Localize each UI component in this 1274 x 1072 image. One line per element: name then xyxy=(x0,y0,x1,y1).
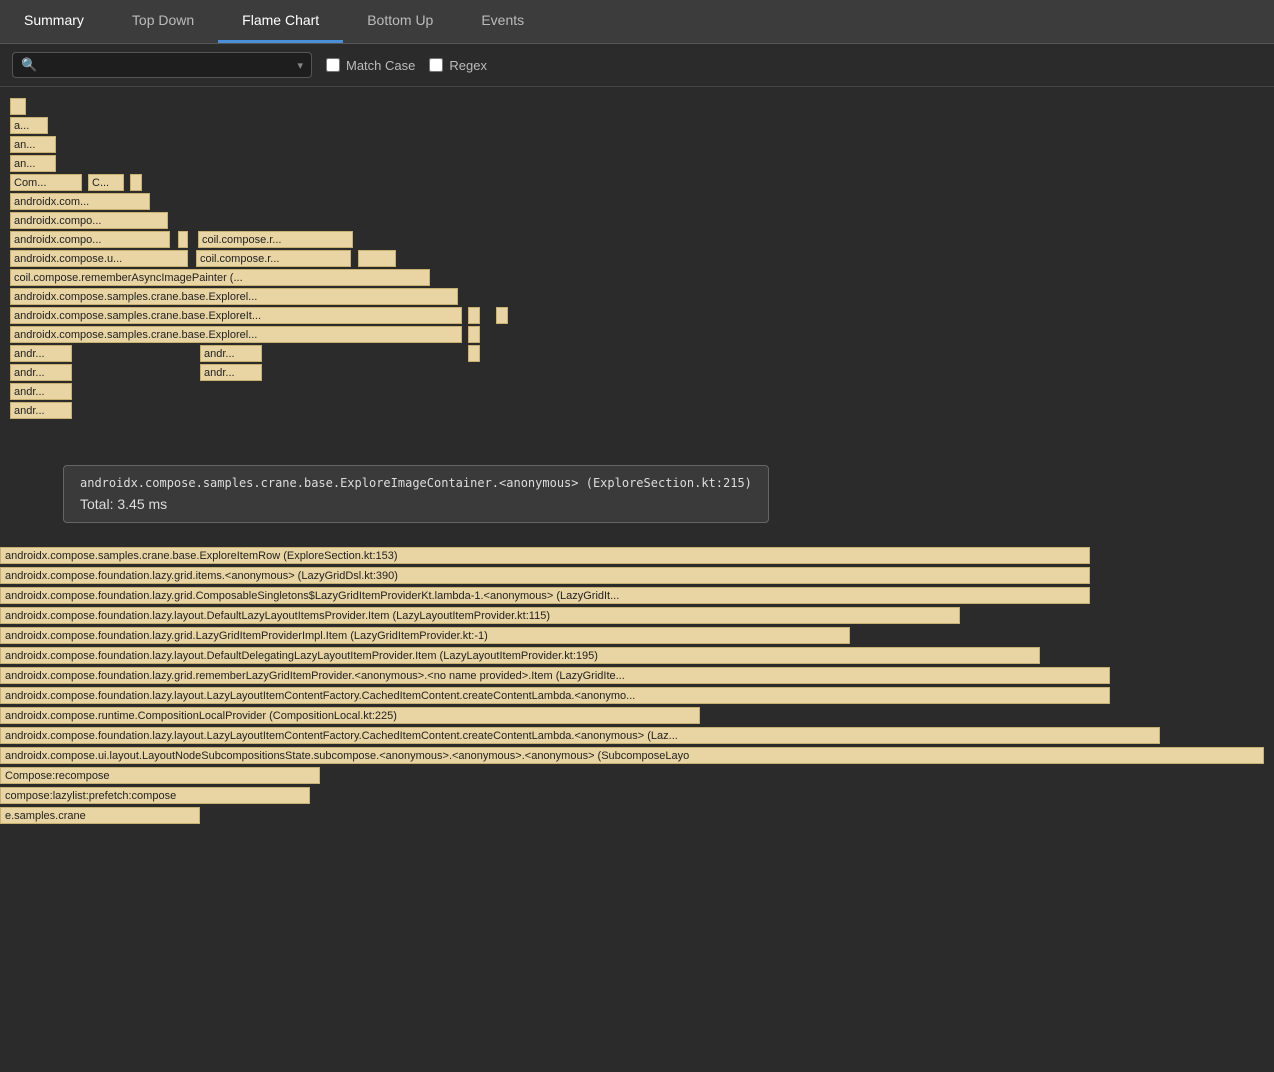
tab-topdown[interactable]: Top Down xyxy=(108,0,218,43)
bottom-row-11[interactable]: Compose:recompose xyxy=(0,767,320,784)
flame-row-13: androidx.compose.samples.crane.base.Expl… xyxy=(0,326,1274,344)
flame-tooltip: androidx.compose.samples.crane.base.Expl… xyxy=(63,465,769,523)
bottom-row-9[interactable]: androidx.compose.foundation.lazy.layout.… xyxy=(0,727,1160,744)
flame-bar[interactable]: C... xyxy=(88,174,124,191)
search-input-wrap[interactable]: 🔍 ▾ xyxy=(12,52,312,78)
flame-bar[interactable]: androidx.com... xyxy=(10,193,150,210)
flame-bar[interactable]: andr... xyxy=(200,345,262,362)
search-dropdown-icon[interactable]: ▾ xyxy=(297,59,303,72)
flame-bar[interactable]: androidx.compose.samples.crane.base.Expl… xyxy=(10,326,462,343)
bottom-row-3[interactable]: androidx.compose.foundation.lazy.layout.… xyxy=(0,607,960,624)
flame-bar[interactable]: androidx.compo... xyxy=(10,231,170,248)
bottom-row-2[interactable]: androidx.compose.foundation.lazy.grid.Co… xyxy=(0,587,1090,604)
flame-bar[interactable] xyxy=(468,345,480,362)
tooltip-title: androidx.compose.samples.crane.base.Expl… xyxy=(80,476,752,490)
tab-events[interactable]: Events xyxy=(457,0,548,43)
flame-bar[interactable] xyxy=(130,174,142,191)
flame-bar[interactable]: andr... xyxy=(200,364,262,381)
match-case-checkbox[interactable] xyxy=(326,58,340,72)
match-case-text: Match Case xyxy=(346,58,415,73)
flame-bar[interactable]: an... xyxy=(10,136,56,153)
regex-label[interactable]: Regex xyxy=(429,58,487,73)
regex-text: Regex xyxy=(449,58,487,73)
flame-bar[interactable]: coil.compose.r... xyxy=(196,250,351,267)
flame-row-15: andr... andr... xyxy=(0,364,1274,382)
bottom-row-6[interactable]: androidx.compose.foundation.lazy.grid.re… xyxy=(0,667,1110,684)
flame-row-12: androidx.compose.samples.crane.base.Expl… xyxy=(0,307,1274,325)
flame-row-7: androidx.compo... xyxy=(0,212,1274,230)
tab-summary[interactable]: Summary xyxy=(0,0,108,43)
flame-row-1 xyxy=(0,98,1274,116)
flame-bar[interactable] xyxy=(178,231,188,248)
bottom-rows: androidx.compose.samples.crane.base.Expl… xyxy=(0,547,1274,827)
regex-checkbox[interactable] xyxy=(429,58,443,72)
tab-bottomup[interactable]: Bottom Up xyxy=(343,0,457,43)
flame-row-11: androidx.compose.samples.crane.base.Expl… xyxy=(0,288,1274,306)
flame-bar[interactable]: an... xyxy=(10,155,56,172)
flame-bar[interactable]: coil.compose.r... xyxy=(198,231,353,248)
flame-bar[interactable]: andr... xyxy=(10,364,72,381)
flame-bar[interactable] xyxy=(358,250,396,267)
bottom-row-5[interactable]: androidx.compose.foundation.lazy.layout.… xyxy=(0,647,1040,664)
tab-bar: Summary Top Down Flame Chart Bottom Up E… xyxy=(0,0,1274,44)
flame-bar[interactable]: androidx.compose.samples.crane.base.Expl… xyxy=(10,307,462,324)
flame-bar[interactable]: andr... xyxy=(10,383,72,400)
flame-chart-area: a... an... an... Com... C... androidx.co… xyxy=(0,87,1274,827)
flame-row-16: andr... xyxy=(0,383,1274,401)
bottom-row-0[interactable]: androidx.compose.samples.crane.base.Expl… xyxy=(0,547,1090,564)
bottom-row-8[interactable]: androidx.compose.runtime.CompositionLoca… xyxy=(0,707,700,724)
flame-row-8: androidx.compo... coil.compose.r... xyxy=(0,231,1274,249)
flame-bar[interactable]: coil.compose.rememberAsyncImagePainter (… xyxy=(10,269,430,286)
flame-bar[interactable] xyxy=(496,307,508,324)
flame-row-17: andr... xyxy=(0,402,1274,420)
flame-row-10: coil.compose.rememberAsyncImagePainter (… xyxy=(0,269,1274,287)
flame-row-5: Com... C... xyxy=(0,174,1274,192)
flame-row-3: an... xyxy=(0,136,1274,154)
flame-bar[interactable]: a... xyxy=(10,117,48,134)
bottom-row-7[interactable]: androidx.compose.foundation.lazy.layout.… xyxy=(0,687,1110,704)
flame-bar[interactable]: Com... xyxy=(10,174,82,191)
bottom-row-4[interactable]: androidx.compose.foundation.lazy.grid.La… xyxy=(0,627,850,644)
flame-row-9: androidx.compose.u... coil.compose.r... xyxy=(0,250,1274,268)
bottom-row-1[interactable]: androidx.compose.foundation.lazy.grid.it… xyxy=(0,567,1090,584)
search-bar: 🔍 ▾ Match Case Regex xyxy=(0,44,1274,87)
flame-row-2: a... xyxy=(0,117,1274,135)
flame-bar[interactable] xyxy=(468,326,480,343)
bottom-row-10[interactable]: androidx.compose.ui.layout.LayoutNodeSub… xyxy=(0,747,1264,764)
flame-bar[interactable]: androidx.compose.samples.crane.base.Expl… xyxy=(10,288,458,305)
match-case-label[interactable]: Match Case xyxy=(326,58,415,73)
flame-bar[interactable]: andr... xyxy=(10,345,72,362)
tooltip-total: Total: 3.45 ms xyxy=(80,496,752,512)
search-icon: 🔍 xyxy=(21,57,37,73)
flame-row-6: androidx.com... xyxy=(0,193,1274,211)
flame-row-14: andr... andr... xyxy=(0,345,1274,363)
flame-bar[interactable]: androidx.compose.u... xyxy=(10,250,188,267)
bottom-row-12[interactable]: compose:lazylist:prefetch:compose xyxy=(0,787,310,804)
flame-row-4: an... xyxy=(0,155,1274,173)
tab-flamechart[interactable]: Flame Chart xyxy=(218,0,343,43)
search-input[interactable] xyxy=(41,58,297,73)
flame-bar[interactable]: andr... xyxy=(10,402,72,419)
flame-bar[interactable]: androidx.compo... xyxy=(10,212,168,229)
flame-bar[interactable] xyxy=(468,307,480,324)
flame-bar[interactable] xyxy=(10,98,26,115)
bottom-row-13[interactable]: e.samples.crane xyxy=(0,807,200,824)
